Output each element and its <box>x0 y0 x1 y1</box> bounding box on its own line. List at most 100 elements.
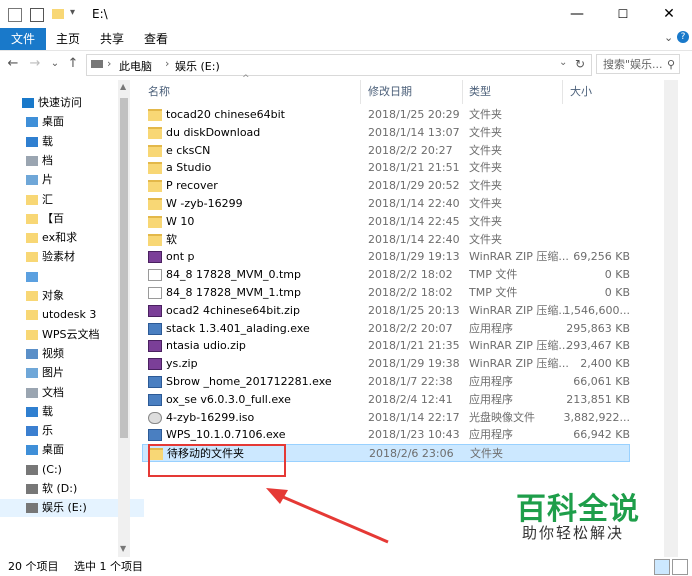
column-header-type[interactable]: 类型 <box>469 82 491 102</box>
file-size: 66,061 KB <box>573 375 630 388</box>
file-row[interactable]: e cksCN 2018/2/2 20:27 文件夹 <box>142 142 630 160</box>
file-row[interactable]: W 10 2018/1/14 22:45 文件夹 <box>142 213 630 231</box>
file-type: 文件夹 <box>469 197 502 210</box>
breadcrumb-this-pc[interactable]: 此电脑 <box>119 58 152 74</box>
new-folder-icon[interactable] <box>52 9 64 19</box>
folder-icon <box>148 162 162 175</box>
zip-archive-icon <box>148 304 162 317</box>
nav-item-label: 【百 <box>42 211 64 225</box>
download-icon <box>26 136 38 147</box>
address-dropdown-icon[interactable]: ⌄ <box>559 57 567 68</box>
file-row[interactable]: tocad20 chinese64bit 2018/1/25 20:29 文件夹 <box>142 106 630 124</box>
annotation-arrow <box>266 488 389 544</box>
column-header-size[interactable]: 大小 <box>570 82 592 102</box>
file-name: ntasia udio.zip <box>166 339 246 353</box>
file-row[interactable]: ys.zip 2018/1/29 19:38 WinRAR ZIP 压缩... 2,4… <box>142 355 630 373</box>
file-row[interactable]: Sbrow _home_201712281.exe 2018/1/7 22:38 应… <box>142 373 630 391</box>
up-button[interactable]: ↑ <box>64 55 82 73</box>
search-input[interactable]: 搜索"娱乐... ⚲ <box>596 54 680 74</box>
file-name: WPS_10.1.0.7106.exe <box>166 428 286 442</box>
file-type: 文件夹 <box>469 161 502 175</box>
nav-scrollbar-thumb[interactable] <box>120 98 128 438</box>
file-row[interactable]: WPS_10.1.0.7106.exe 2018/1/23 10:43 应用程序 66… <box>142 426 630 444</box>
watermark-subtitle: 助你轻松解决 <box>522 524 625 542</box>
file-size: 293,467 KB <box>566 339 630 353</box>
drive-icon <box>91 60 103 68</box>
refresh-button[interactable]: ↻ <box>575 57 585 71</box>
folder-icon <box>148 180 162 193</box>
drive-icon <box>26 503 38 514</box>
navigation-row: ← → ⌄ ↑ › 此电脑 › 娱乐 (E:) ⌄ ↻ 搜索"娱乐... ⚲ <box>0 51 692 77</box>
window-icon <box>8 8 22 22</box>
file-type: 文件夹 <box>470 447 503 461</box>
cloud-icon <box>26 271 38 282</box>
tab-view[interactable]: 查看 <box>136 28 176 50</box>
file-date: 2018/1/23 10:43 <box>368 428 460 442</box>
application-icon <box>148 322 162 335</box>
maximize-button[interactable]: ☐ <box>600 0 646 28</box>
file-row[interactable]: W -zyb-16299 2018/1/14 22:40 文件夹 <box>142 195 630 213</box>
file-row[interactable]: a Studio 2018/1/21 21:51 文件夹 <box>142 159 630 177</box>
file-size: 66,942 KB <box>573 428 630 442</box>
file-date: 2018/1/14 22:40 <box>368 232 460 246</box>
tab-file[interactable]: 文件 <box>0 28 46 50</box>
file-row[interactable]: 84_8 17828_MVM_1.tmp 2018/2/2 18:02 TMP 文件… <box>142 284 630 302</box>
nav-scroll-up-icon[interactable]: ▲ <box>120 82 126 91</box>
column-divider[interactable] <box>462 80 463 104</box>
properties-icon[interactable] <box>30 8 44 22</box>
file-list-scrollbar[interactable] <box>664 80 678 557</box>
file-name: 4-zyb-16299.iso <box>166 410 255 424</box>
close-button[interactable]: ✕ <box>646 0 692 28</box>
column-header-date[interactable]: 修改日期 <box>368 82 412 102</box>
title-bar: ▾ E:\ — ☐ ✕ <box>0 0 692 28</box>
file-date: 2018/1/25 20:13 <box>368 303 460 317</box>
navigation-pane: 快速访问 桌面载档片汇【百 ex和求 验素材 对象 utodesk 3 WPS云文档 视频 图片… <box>0 80 144 557</box>
file-row[interactable]: 4-zyb-16299.iso 2018/1/14 22:17 光盘映像文件 3,88… <box>142 409 630 427</box>
breadcrumb-drive-e[interactable]: 娱乐 (E:) <box>175 58 220 74</box>
folder-icon <box>26 252 38 263</box>
file-row[interactable]: ox_se v6.0.3.0_full.exe 2018/2/4 12:41 应用程… <box>142 391 630 409</box>
file-name: 软 <box>166 232 177 246</box>
download-icon <box>26 406 38 417</box>
tab-share[interactable]: 共享 <box>92 28 132 50</box>
file-date: 2018/1/29 20:52 <box>368 179 460 193</box>
recent-locations-button[interactable]: ⌄ <box>46 55 64 73</box>
file-row[interactable]: du diskDownload 2018/1/14 13:07 文件夹 <box>142 124 630 142</box>
large-icons-view-icon[interactable] <box>672 559 688 575</box>
nav-scroll-down-icon[interactable]: ▼ <box>120 544 126 553</box>
file-row[interactable]: ocad2 4chinese64bit.zip 2018/1/25 20:13 Wi… <box>142 302 630 320</box>
folder-icon <box>148 109 162 121</box>
file-type: 应用程序 <box>469 428 513 442</box>
file-date: 2018/1/14 22:17 <box>368 410 460 424</box>
nav-item-label: 快速访问 <box>38 96 82 109</box>
file-type: 文件夹 <box>469 179 502 193</box>
column-divider[interactable] <box>562 80 563 104</box>
file-name: W 10 <box>166 214 195 228</box>
file-row[interactable]: ont p 2018/1/29 19:13 WinRAR ZIP 压缩... 69,2… <box>142 248 630 266</box>
file-size: 0 KB <box>604 268 630 282</box>
expand-ribbon-icon[interactable]: ⌄ <box>664 31 673 44</box>
help-icon[interactable]: ? <box>677 31 689 43</box>
column-divider[interactable] <box>360 80 361 104</box>
file-name: W -zyb-16299 <box>166 197 243 210</box>
nav-item-label: 视频 <box>42 346 64 360</box>
nav-item-label: 乐 <box>42 424 53 438</box>
address-bar[interactable]: › 此电脑 › 娱乐 (E:) ⌄ ↻ <box>86 54 592 76</box>
nav-item-label: 载 <box>42 134 53 148</box>
quick-access-dropdown-icon[interactable]: ▾ <box>70 7 84 21</box>
file-type: 光盘映像文件 <box>469 410 535 424</box>
file-row[interactable]: 84_8 17828_MVM_0.tmp 2018/2/2 18:02 TMP 文件… <box>142 266 630 284</box>
file-row[interactable]: 软 2018/1/14 22:40 文件夹 <box>142 231 630 249</box>
minimize-button[interactable]: — <box>554 0 600 28</box>
file-size: 69,256 KB <box>573 250 630 264</box>
file-row[interactable]: stack 1.3.401_alading.exe 2018/2/2 20:07 应… <box>142 320 630 338</box>
file-row[interactable]: P recover 2018/1/29 20:52 文件夹 <box>142 177 630 195</box>
tab-home[interactable]: 主页 <box>48 28 88 50</box>
nav-item-label: 软 (D:) <box>42 482 78 495</box>
back-button[interactable]: ← <box>4 55 22 73</box>
details-view-icon[interactable] <box>654 559 670 575</box>
forward-button[interactable]: → <box>26 55 44 73</box>
nav-item-label: 文档 <box>42 385 64 399</box>
column-header-name[interactable]: 名称 <box>148 82 170 102</box>
file-row[interactable]: ntasia udio.zip 2018/1/21 21:35 WinRAR ZIP… <box>142 337 630 355</box>
